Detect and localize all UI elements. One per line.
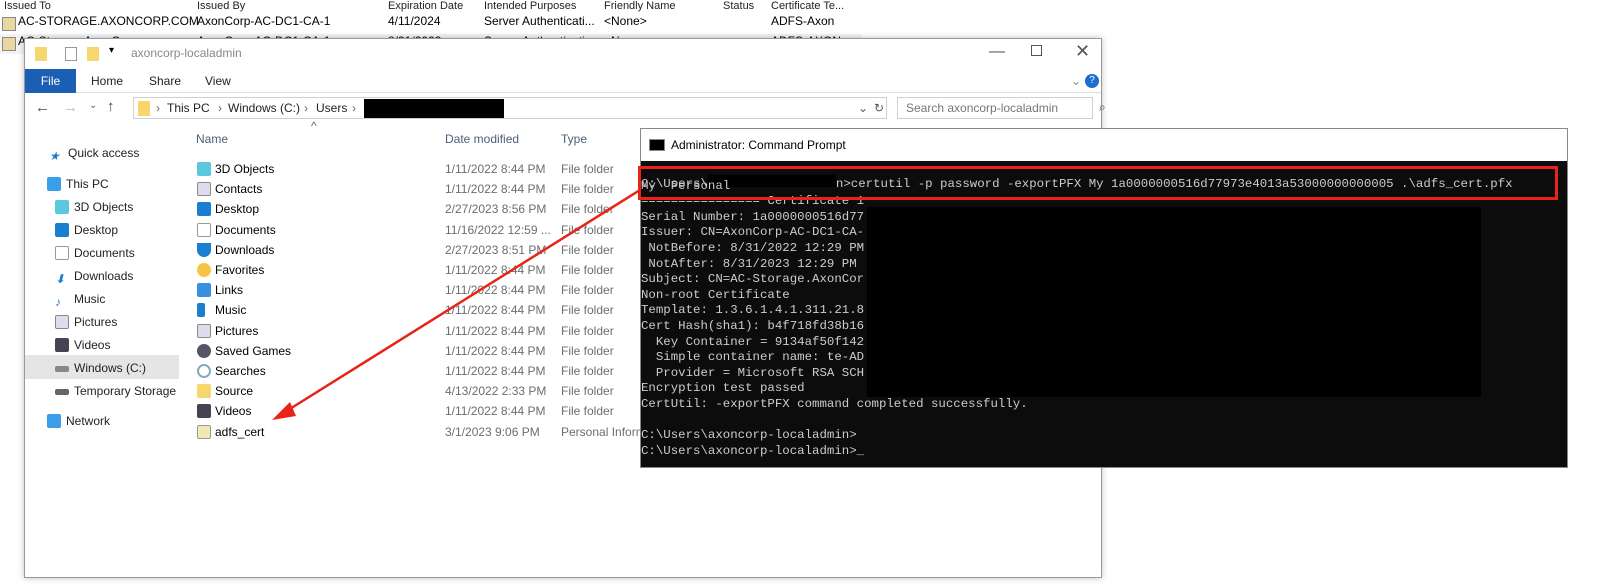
arrow-head <box>272 402 296 420</box>
annotation-arrow <box>272 188 641 420</box>
arrow-line <box>284 188 641 414</box>
